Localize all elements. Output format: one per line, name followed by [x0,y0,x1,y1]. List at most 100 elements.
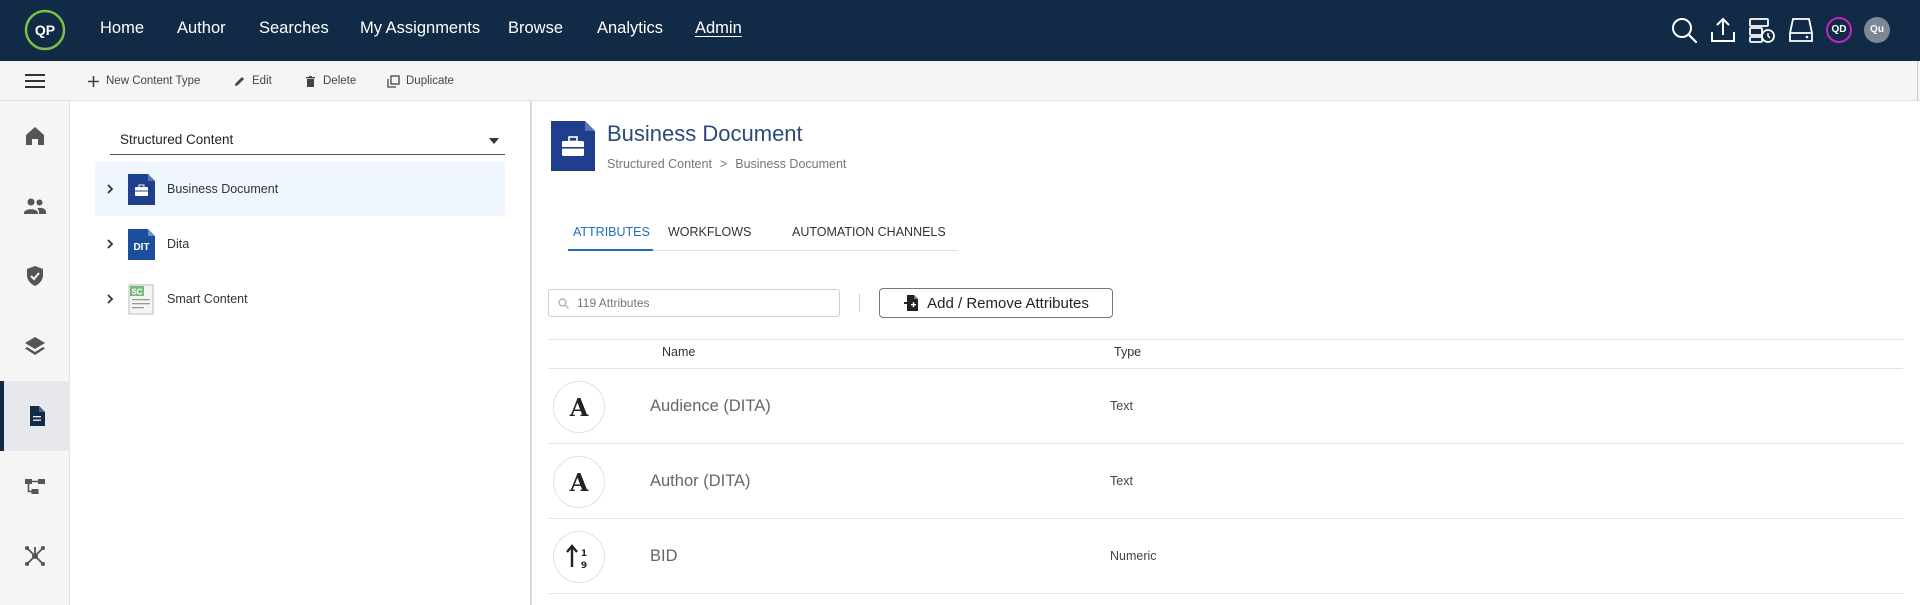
divider [859,294,860,312]
tree-item-dita[interactable]: DIT Dita [95,217,505,271]
content-type-tree-panel: Structured Content Business Document DIT… [70,101,532,605]
tab-workflows[interactable]: WORKFLOWS [668,221,751,251]
attributes-table-header: Name Type [548,339,1903,369]
briefcase-document-icon [128,174,155,205]
svg-text:A: A [569,393,589,422]
new-content-type-button[interactable]: New Content Type [87,61,200,101]
search-icon [558,298,569,309]
tree-item-label: Business Document [167,182,279,196]
attribute-type: Numeric [1110,549,1157,563]
avatar-qd[interactable]: QD [1826,17,1852,43]
chevron-right-icon[interactable] [105,292,115,306]
attribute-name[interactable]: BID [650,519,678,594]
table-row[interactable]: A Audience (DITA) Text [548,369,1903,444]
document-icon [30,406,45,426]
numeric-type-icon: 19 [553,531,605,583]
nav-home[interactable]: Home [100,0,144,61]
tab-attributes[interactable]: ATTRIBUTES [568,221,653,251]
layers-icon [25,337,45,355]
rail-security[interactable] [0,241,70,311]
new-content-type-label: New Content Type [106,75,201,87]
rail-workflows[interactable] [0,451,70,521]
text-type-icon: A [553,381,605,433]
duplicate-label: Duplicate [406,75,454,87]
dita-document-icon: DIT [128,229,155,260]
logo-text: QP [35,22,55,38]
search-icon[interactable] [1669,15,1699,45]
content-category-select[interactable]: Structured Content [110,129,505,155]
nav-admin[interactable]: Admin [695,0,742,61]
rail-content-types[interactable] [0,381,70,451]
breadcrumb-root[interactable]: Structured Content [607,157,712,171]
smart-content-icon: SC [128,284,154,315]
tree-item-business-document[interactable]: Business Document [95,162,505,216]
attribute-name[interactable]: Author (DITA) [650,444,751,519]
nav-author[interactable]: Author [177,0,226,61]
users-icon [24,198,46,214]
delete-label: Delete [323,75,357,87]
text-type-icon: A [553,456,605,508]
column-type[interactable]: Type [1114,340,1141,364]
rail-home[interactable] [0,101,70,171]
content-category-value: Structured Content [120,132,234,147]
tree-item-label: Smart Content [167,292,248,306]
chevron-down-icon [489,138,499,144]
table-row[interactable]: 19 BID Numeric [548,519,1903,594]
upload-icon[interactable] [1708,15,1738,45]
avatar-qu[interactable]: Qu [1864,17,1890,43]
rail-layers[interactable] [0,311,70,381]
attribute-type: Text [1110,474,1133,488]
attribute-type: Text [1110,399,1133,413]
attribute-search-input[interactable] [577,294,832,312]
chevron-right-icon[interactable] [105,182,115,196]
column-name[interactable]: Name [662,340,695,364]
tree-item-label: Dita [167,237,190,251]
add-remove-attributes-label: Add / Remove Attributes [927,294,1089,312]
nav-my-assignments[interactable]: My Assignments [360,0,480,61]
nav-analytics[interactable]: Analytics [597,0,663,61]
window-edge [1917,61,1918,101]
tab-automation-channels[interactable]: AUTOMATION CHANNELS [792,221,946,251]
briefcase-document-icon [551,121,595,171]
rail-users[interactable] [0,171,70,241]
duplicate-icon [387,74,400,88]
plus-icon [88,75,99,87]
svg-text:1: 1 [581,549,587,559]
breadcrumb: Structured Content > Business Document [607,157,846,171]
schedule-server-icon[interactable] [1747,15,1777,45]
left-rail [0,101,70,605]
breadcrumb-current: Business Document [735,157,847,171]
attribute-name[interactable]: Audience (DITA) [650,369,771,444]
edit-label: Edit [252,75,272,87]
attribute-search [548,289,840,317]
svg-text:A: A [569,468,589,497]
nav-searches[interactable]: Searches [259,0,329,61]
action-toolbar: New Content Type Edit Delete Duplicate [0,61,1920,101]
edit-button[interactable]: Edit [233,61,272,101]
content-type-detail: Business Document Structured Content > B… [534,101,1920,605]
nav-browse[interactable]: Browse [508,0,563,61]
detail-tabs: ATTRIBUTES WORKFLOWS AUTOMATION CHANNELS [568,221,958,251]
trash-icon [306,75,315,87]
qp-logo[interactable]: QP [23,8,67,52]
dita-icon-text: DIT [133,242,149,253]
table-row[interactable]: A Author (DITA) Text [548,444,1903,519]
delete-button[interactable]: Delete [304,61,356,101]
duplicate-button[interactable]: Duplicate [387,61,454,101]
top-navigation-bar: QP Home Author Searches My Assignments B… [0,0,1920,61]
add-file-icon [904,295,919,311]
pencil-icon [235,76,244,86]
hamburger-menu-icon[interactable] [25,73,47,89]
workflow-icon [25,479,45,494]
rail-hub[interactable] [0,521,70,591]
storage-icon[interactable] [1786,15,1816,45]
tree-item-smart-content[interactable]: SC Smart Content [95,272,505,326]
chevron-right-icon[interactable] [105,237,115,251]
shield-icon [27,266,43,286]
svg-text:9: 9 [581,561,587,571]
home-icon [26,127,44,145]
hub-icon [25,546,45,566]
breadcrumb-separator: > [719,157,728,171]
add-remove-attributes-button[interactable]: Add / Remove Attributes [879,288,1113,318]
page-title: Business Document [607,121,803,146]
